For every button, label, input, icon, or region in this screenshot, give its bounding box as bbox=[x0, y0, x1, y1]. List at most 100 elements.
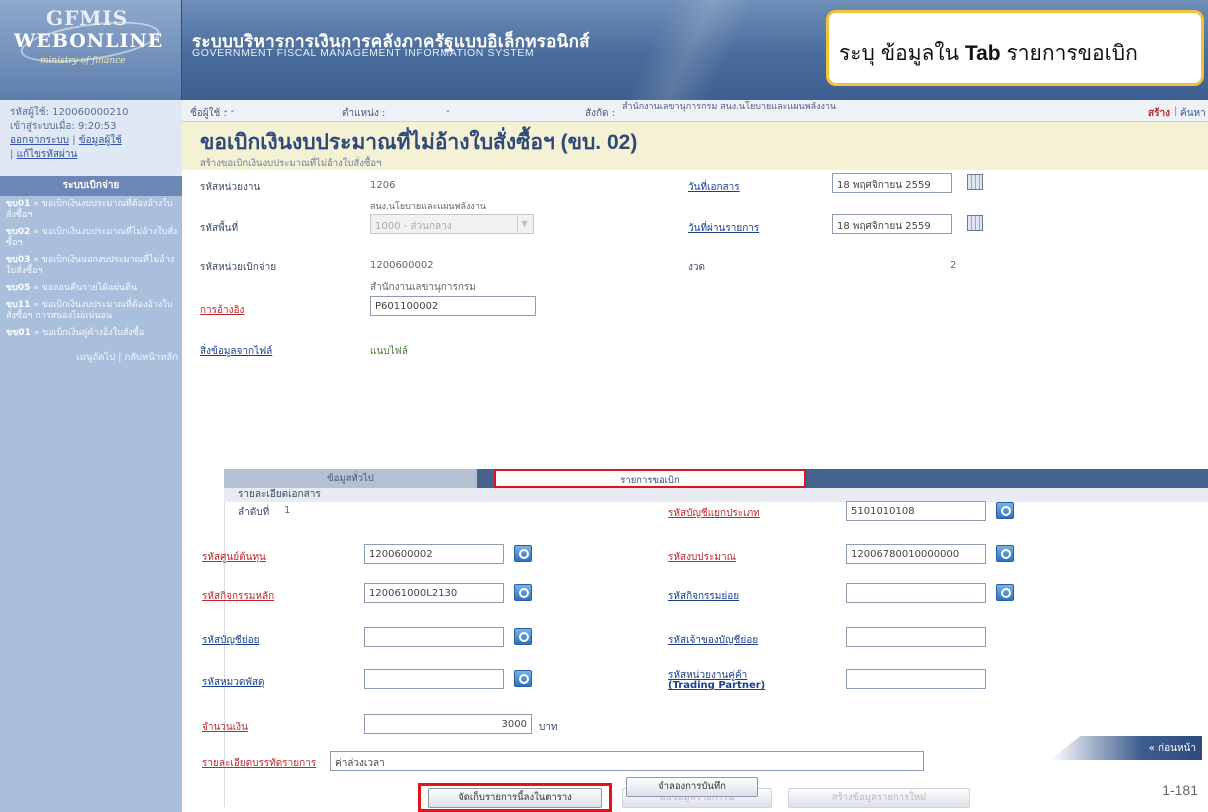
dept-name: สนง.นโยบายและแผนพลังงาน bbox=[370, 202, 487, 212]
gl-account-field[interactable]: 5101010108 bbox=[846, 501, 986, 521]
sub-activity-search-icon[interactable] bbox=[996, 584, 1014, 601]
area-code-selected: 1000 - ส่วนกลาง bbox=[375, 221, 452, 232]
budget-code-search-icon[interactable] bbox=[996, 545, 1014, 562]
create-action-link[interactable]: สร้าง bbox=[1148, 106, 1170, 121]
menu-item-khb05[interactable]: ขบ05 » ขอถอนคืนรายได้แผ่นดิน bbox=[0, 280, 182, 297]
user-label: ชื่อผู้ใช้ : bbox=[190, 108, 227, 119]
affiliation-label: สังกัด : bbox=[585, 108, 616, 119]
callout-prefix: ระบุ ข้อมูลใน bbox=[839, 42, 965, 65]
tab-request-items[interactable]: รายการขอเบิก bbox=[494, 469, 806, 488]
dept-code-label: รหัสหน่วยงาน bbox=[200, 182, 261, 193]
period-value: 2 bbox=[950, 260, 957, 271]
menu-code: ขข01 bbox=[6, 328, 31, 338]
cost-center-field[interactable]: 1200600002 bbox=[364, 544, 504, 564]
sub-activity-field[interactable] bbox=[846, 583, 986, 603]
profile-link[interactable]: ข้อมูลผู้ใช้ bbox=[79, 135, 122, 146]
logo-line2: WEBONLINE bbox=[14, 30, 164, 52]
menu-label: » ขอเบิกเงินคู่ค้างอิงใบสั่งซื้อ bbox=[30, 328, 145, 338]
period-label: งวด bbox=[688, 262, 705, 273]
callout-bold: Tab bbox=[964, 42, 1001, 65]
budget-code-label[interactable]: รหัสงบประมาณ bbox=[668, 550, 736, 565]
main-activity-label[interactable]: รหัสกิจกรรมหลัก bbox=[202, 589, 274, 604]
gfmis-logo: GFMIS WEBONLINE ministry of finance bbox=[0, 0, 182, 100]
menu-item-khk01[interactable]: ขข01 » ขอเบิกเงินคู่ค้างอิงใบสั่งซื้อ bbox=[0, 325, 182, 342]
area-code-select[interactable]: 1000 - ส่วนกลาง ▼ bbox=[370, 214, 534, 234]
seq-label: ลำดับที่ bbox=[238, 507, 270, 518]
logo-line3: ministry of finance bbox=[40, 56, 126, 66]
cost-center-label[interactable]: รหัสศูนย์ต้นทุน bbox=[202, 550, 266, 565]
new-item-button[interactable]: สร้างข้อมูลรายการใหม่ bbox=[788, 788, 970, 808]
action-separator: | bbox=[1174, 106, 1178, 117]
title-area: ขอเบิกเงินงบประมาณที่ไม่อ้างใบสั่งซื้อฯ … bbox=[182, 122, 1208, 170]
menu-item-khb01[interactable]: ขบ01 » ขอเบิกเงินงบประมาณที่ต้องอ้างใบสั… bbox=[0, 196, 182, 224]
amount-field[interactable]: 3000 bbox=[364, 714, 532, 734]
main-activity-field[interactable]: 120061000L2130 bbox=[364, 583, 504, 603]
sub-account-search-icon[interactable] bbox=[514, 628, 532, 645]
disb-unit-value: 1200600002 bbox=[370, 260, 434, 271]
menu-code: ขบ03 bbox=[6, 255, 31, 265]
logout-link[interactable]: ออกจากระบบ bbox=[10, 135, 69, 146]
doc-date-field[interactable]: 18 พฤศจิกายน 2559 bbox=[832, 173, 952, 193]
amount-unit: บาท bbox=[539, 722, 558, 733]
position-value: - bbox=[446, 106, 450, 117]
gl-account-search-icon[interactable] bbox=[996, 502, 1014, 519]
dept-code-value: 1206 bbox=[370, 180, 396, 191]
menu-list: ขบ01 » ขอเบิกเงินงบประมาณที่ต้องอ้างใบสั… bbox=[0, 196, 182, 342]
material-group-field[interactable] bbox=[364, 669, 504, 689]
attach-label[interactable]: สิ่งข้อมูลจากไฟล์ bbox=[200, 344, 272, 359]
system-name-english: GOVERNMENT FISCAL MANAGEMENT INFORMATION… bbox=[192, 47, 535, 59]
disb-unit-label: รหัสหน่วยเบิกจ่าย bbox=[200, 262, 277, 273]
reference-label[interactable]: การอ้างอิง bbox=[200, 303, 244, 318]
menu-label: » ขอเบิกเงินงบประมาณที่ไม่อ้างใบสั่งซื้อ… bbox=[6, 227, 178, 248]
doc-date-label[interactable]: วันที่เอกสาร bbox=[688, 180, 740, 195]
menu-item-khb11[interactable]: ขบ11 » ขอเบิกเงินงบประมาณที่ต้องอ้างใบสั… bbox=[0, 297, 182, 325]
session-links: ออกจากระบบ | ข้อมูลผู้ใช้ | แก้ไขรหัสผ่าน bbox=[10, 135, 122, 160]
left-sidebar: รหัสผู้ใช้: 120060000210 เข้าสู่ระบบเมื่… bbox=[0, 100, 182, 812]
back-button[interactable]: « ก่อนหน้า bbox=[1050, 736, 1202, 760]
page-subtitle: สร้างขอเบิกเงินงบประมาณที่ไม่อ้างใบสั่งซ… bbox=[200, 158, 382, 169]
search-action-link[interactable]: ค้นหา bbox=[1180, 106, 1206, 121]
gl-account-label[interactable]: รหัสบัญชีแยกประเภท bbox=[668, 506, 760, 521]
user-session-info: รหัสผู้ใช้: 120060000210 เข้าสู่ระบบเมื่… bbox=[0, 100, 182, 176]
disb-unit-name: สำนักงานเลขานุการกรม bbox=[370, 282, 476, 293]
post-date-field[interactable]: 18 พฤศจิกายน 2559 bbox=[832, 214, 952, 234]
sidebar-bottom-links[interactable]: เมนูถัดไป | กลับหน้าหลัก bbox=[0, 342, 182, 365]
sub-account-owner-field[interactable] bbox=[846, 627, 986, 647]
description-label[interactable]: รายละเอียดบรรทัดรายการ bbox=[202, 756, 316, 771]
logo-line1: GFMIS bbox=[46, 6, 129, 30]
main-content: ชื่อผู้ใช้ : - - ตำแหน่ง : - สังกัด : สำ… bbox=[182, 100, 1208, 812]
cost-center-search-icon[interactable] bbox=[514, 545, 532, 562]
trading-partner-field[interactable] bbox=[846, 669, 986, 689]
sub-account-label[interactable]: รหัสบัญชีย่อย bbox=[202, 633, 259, 648]
main-activity-search-icon[interactable] bbox=[514, 584, 532, 601]
menu-title: ระบบเบิกจ่าย bbox=[0, 176, 182, 196]
description-field[interactable]: ค่าล่วงเวลา bbox=[330, 751, 924, 771]
post-date-calendar-icon[interactable] bbox=[967, 215, 983, 231]
budget-code-field[interactable]: 12006780010000000 bbox=[846, 544, 986, 564]
doc-date-calendar-icon[interactable] bbox=[967, 174, 983, 190]
save-to-table-button[interactable]: จัดเก็บรายการนี้ลงในตาราง bbox=[428, 788, 602, 808]
change-password-link[interactable]: แก้ไขรหัสผ่าน bbox=[17, 149, 78, 160]
user-bar: ชื่อผู้ใช้ : - - ตำแหน่ง : - สังกัด : สำ… bbox=[182, 100, 1208, 122]
menu-item-khb03[interactable]: ขบ03 » ขอเบิกเงินนอกงบประมาณที่ไม่อ้างใบ… bbox=[0, 252, 182, 280]
tab-general[interactable]: ข้อมูลทั่วไป bbox=[224, 469, 477, 488]
post-date-label[interactable]: วันที่ผ่านรายการ bbox=[688, 221, 759, 236]
menu-item-khb02[interactable]: ขบ02 » ขอเบิกเงินงบประมาณที่ไม่อ้างใบสั่… bbox=[0, 224, 182, 252]
attach-file-link[interactable]: แนบไฟล์ bbox=[370, 344, 408, 359]
material-group-search-icon[interactable] bbox=[514, 670, 532, 687]
menu-label: » ขอเบิกเงินงบประมาณที่ต้องอ้างใบสั่งซื้… bbox=[6, 199, 173, 220]
sub-activity-label[interactable]: รหัสกิจกรรมย่อย bbox=[668, 589, 739, 604]
sub-account-owner-label[interactable]: รหัสเจ้าของบัญชีย่อย bbox=[668, 633, 758, 648]
reference-field[interactable]: P601100002 bbox=[370, 296, 536, 316]
menu-code: ขบ11 bbox=[6, 300, 31, 310]
user-code: รหัสผู้ใช้: 120060000210 bbox=[10, 107, 129, 118]
login-time: เข้าสู่ระบบเมื่อ: 9:20:53 bbox=[10, 121, 117, 132]
simulate-save-button[interactable]: จำลองการบันทึก bbox=[626, 777, 758, 797]
material-group-label[interactable]: รหัสหมวดพัสดุ bbox=[202, 675, 265, 690]
area-code-label: รหัสพื้นที่ bbox=[200, 223, 239, 234]
callout-text: ระบุ ข้อมูลใน Tab รายการขอเบิก bbox=[839, 37, 1138, 70]
amount-label[interactable]: จำนวนเงิน bbox=[202, 720, 248, 735]
instruction-callout: ระบุ ข้อมูลใน Tab รายการขอเบิก bbox=[826, 10, 1204, 86]
sub-account-field[interactable] bbox=[364, 627, 504, 647]
trading-partner-label-en[interactable]: (Trading Partner) bbox=[668, 680, 765, 691]
